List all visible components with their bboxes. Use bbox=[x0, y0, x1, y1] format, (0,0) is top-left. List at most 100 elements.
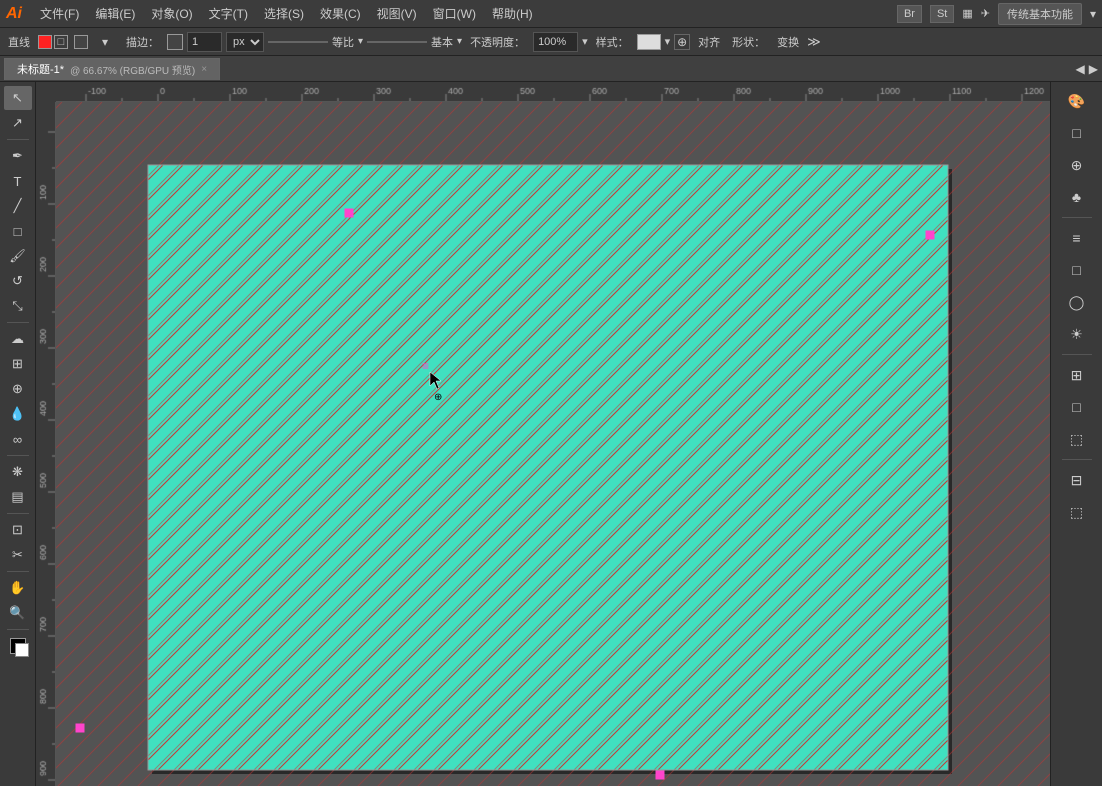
stroke-line1-arrow: ▾ bbox=[358, 36, 363, 47]
menu-edit[interactable]: 编辑(E) bbox=[87, 3, 143, 24]
stroke-line2 bbox=[367, 41, 427, 43]
tool-direct-select[interactable]: ↗ bbox=[4, 111, 32, 135]
main-area: ↖ ↗ ✒ T ╱ □ 🖌 ↺ ⤡ ☁ ⊞ ⊕ 💧 ∞ ❋ ▤ ⊡ ✂ ✋ 🔍 bbox=[0, 82, 1102, 786]
tool-shape-builder[interactable]: ⊕ bbox=[4, 377, 32, 401]
panel-layers-btn[interactable]: ⊟ bbox=[1059, 465, 1095, 495]
grid-btn[interactable]: ▦ bbox=[962, 7, 972, 20]
panel-align-btn[interactable]: ⊞ bbox=[1059, 360, 1095, 390]
tool-free-transform[interactable]: ⊞ bbox=[4, 352, 32, 376]
tool-blend[interactable]: ∞ bbox=[4, 427, 32, 451]
menu-right-area: Br St ▦ ✈ 传统基本功能 ▾ bbox=[897, 3, 1096, 25]
panel-brushes-btn[interactable]: ⊕ bbox=[1059, 150, 1095, 180]
opacity-input[interactable] bbox=[533, 32, 578, 52]
style-swatch[interactable] bbox=[637, 34, 661, 50]
tool-symbol[interactable]: ❋ bbox=[4, 460, 32, 484]
workspace-btn[interactable]: 传统基本功能 bbox=[998, 3, 1082, 25]
stroke-small-swatch[interactable] bbox=[167, 34, 183, 50]
opacity-label: 不透明度： bbox=[466, 34, 529, 50]
tool-paintbrush[interactable]: 🖌 bbox=[4, 244, 32, 268]
tool-scale[interactable]: ⤡ bbox=[4, 294, 32, 318]
tool-rotate[interactable]: ↺ bbox=[4, 269, 32, 293]
ruler-left-canvas bbox=[36, 102, 56, 786]
tool-sep-5 bbox=[7, 571, 29, 572]
panel-swatches-btn[interactable]: □ bbox=[1059, 118, 1095, 148]
stroke-line2-label: 基本 bbox=[431, 34, 453, 50]
panel-color-btn[interactable]: 🎨 bbox=[1059, 86, 1095, 116]
tool-sep-1 bbox=[7, 139, 29, 140]
workspace-arrow[interactable]: ▾ bbox=[1090, 7, 1096, 21]
panel-effects-btn[interactable]: ☀ bbox=[1059, 319, 1095, 349]
svg-text:⊕: ⊕ bbox=[434, 392, 442, 403]
menu-effect[interactable]: 效果(C) bbox=[312, 3, 369, 24]
bridge-btn[interactable]: Br bbox=[897, 5, 922, 23]
tabbar: 未标题-1* @ 66.67% (RGB/GPU 预览) × ◀ ▶ bbox=[0, 56, 1102, 82]
panel-sep-2 bbox=[1062, 354, 1092, 355]
tool-line[interactable]: ╱ bbox=[4, 194, 32, 218]
panel-appearance-btn[interactable]: ◯ bbox=[1059, 287, 1095, 317]
tool-sep-4 bbox=[7, 513, 29, 514]
stroke-unit-select[interactable]: px pt bbox=[226, 32, 264, 52]
tool-pen[interactable]: ✒ bbox=[4, 144, 32, 168]
tool-warp[interactable]: ☁ bbox=[4, 327, 32, 351]
stroke-label: 描边： bbox=[122, 34, 163, 50]
menu-object[interactable]: 对象(O) bbox=[143, 3, 200, 24]
tool-zoom[interactable]: 🔍 bbox=[4, 601, 32, 625]
tab-scroll-right[interactable]: ▶ bbox=[1089, 62, 1098, 76]
stroke-box[interactable] bbox=[74, 35, 88, 49]
artwork-svg: ≡⊕ bbox=[56, 102, 1050, 786]
tool-sep-6 bbox=[7, 629, 29, 630]
stroke-arrow: ▾ bbox=[92, 34, 118, 50]
transform-more-btn[interactable]: ≫ bbox=[807, 34, 821, 50]
align-label: 对齐 bbox=[694, 34, 724, 50]
tool-sep-3 bbox=[7, 455, 29, 456]
canvas-area[interactable]: ≡⊕ bbox=[36, 82, 1050, 786]
tool-rect[interactable]: □ bbox=[4, 219, 32, 243]
tool-artboard[interactable]: ⊡ bbox=[4, 518, 32, 542]
panel-transform-btn[interactable]: □ bbox=[1059, 392, 1095, 422]
stroke-line2-area[interactable]: 基本 ▾ bbox=[367, 34, 462, 50]
stroke-size-input[interactable] bbox=[187, 32, 222, 52]
panel-sep-1 bbox=[1062, 217, 1092, 218]
opacity-arrow[interactable]: ▾ bbox=[582, 35, 588, 48]
stroke-color-swatch[interactable] bbox=[38, 35, 52, 49]
ruler-top-canvas bbox=[56, 82, 1050, 102]
panel-symbols-btn[interactable]: ♣ bbox=[1059, 182, 1095, 212]
menu-help[interactable]: 帮助(H) bbox=[484, 3, 541, 24]
tool-eyedropper[interactable]: 💧 bbox=[4, 402, 32, 426]
shape-label: 形状： bbox=[728, 34, 769, 50]
menu-file[interactable]: 文件(F) bbox=[32, 3, 87, 24]
toolbar: 直线 □ ▾ 描边： px pt 等比 ▾ 基本 ▾ 不透明度： ▾ 样式： ▾… bbox=[0, 28, 1102, 56]
menu-view[interactable]: 视图(V) bbox=[369, 3, 425, 24]
menu-select[interactable]: 选择(S) bbox=[256, 3, 312, 24]
document-tab[interactable]: 未标题-1* @ 66.67% (RGB/GPU 预览) × bbox=[4, 58, 220, 80]
tool-type[interactable]: T bbox=[4, 169, 32, 193]
menu-text[interactable]: 文字(T) bbox=[201, 3, 256, 24]
menu-window[interactable]: 窗口(W) bbox=[425, 3, 484, 24]
tab-close-btn[interactable]: × bbox=[201, 64, 207, 75]
stock-btn[interactable]: St bbox=[930, 5, 954, 23]
globe-btn[interactable]: ⊕ bbox=[674, 34, 690, 50]
stroke-line1 bbox=[268, 41, 328, 43]
stroke-line1-area[interactable]: 等比 ▾ bbox=[268, 34, 363, 50]
tool-hand[interactable]: ✋ bbox=[4, 576, 32, 600]
panel-gradient-btn[interactable]: □ bbox=[1059, 255, 1095, 285]
ai-logo: Ai bbox=[6, 5, 22, 23]
panel-artboards-btn[interactable]: ⬚ bbox=[1059, 497, 1095, 527]
tool-select[interactable]: ↖ bbox=[4, 86, 32, 110]
style-arrow[interactable]: ▾ bbox=[665, 35, 671, 48]
fill-swatch[interactable]: □ bbox=[54, 35, 68, 49]
tool-column-graph[interactable]: ▤ bbox=[4, 485, 32, 509]
stroke-line2-arrow: ▾ bbox=[457, 36, 462, 47]
panel-pathfinder-btn[interactable]: ⬚ bbox=[1059, 424, 1095, 454]
stroke-color-area[interactable]: □ bbox=[38, 35, 68, 49]
arrow-btn[interactable]: ✈ bbox=[981, 7, 990, 20]
color-swatches bbox=[10, 638, 26, 654]
tool-mode-label: 直线 bbox=[4, 34, 34, 50]
tool-slice[interactable]: ✂ bbox=[4, 543, 32, 567]
panel-stroke-btn[interactable]: ≡ bbox=[1059, 223, 1095, 253]
fill-color-swatch[interactable] bbox=[10, 638, 26, 654]
tab-title: 未标题-1* bbox=[17, 61, 64, 77]
stroke-color-sub[interactable] bbox=[15, 643, 29, 657]
canvas[interactable]: ≡⊕ bbox=[56, 102, 1050, 786]
tab-scroll-left[interactable]: ◀ bbox=[1076, 62, 1085, 76]
